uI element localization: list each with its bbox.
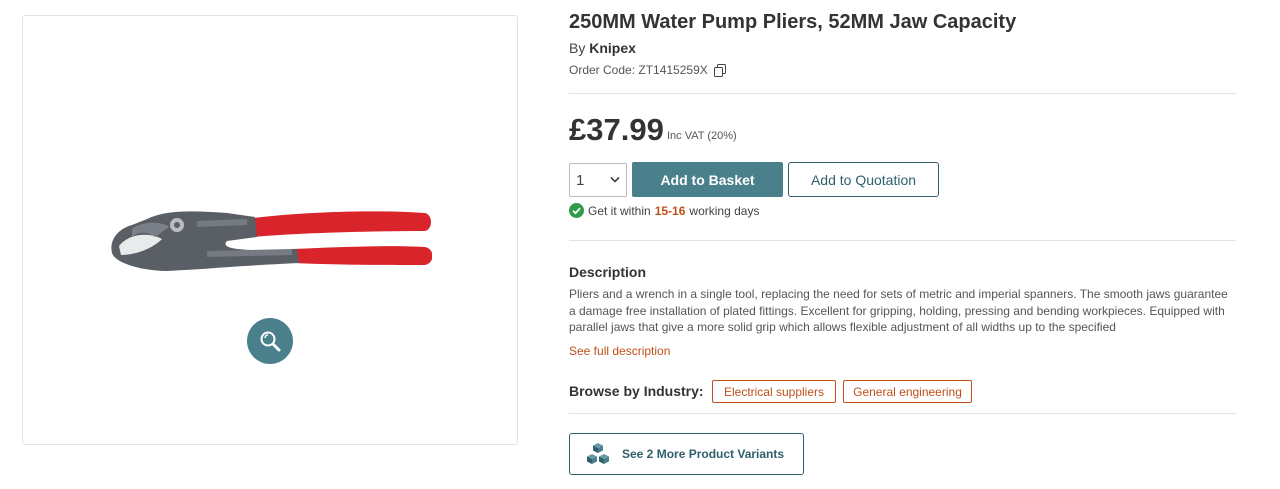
check-circle-icon bbox=[569, 203, 584, 218]
product-info: 250MM Water Pump Pliers, 52MM Jaw Capaci… bbox=[569, 0, 1236, 489]
brand-name[interactable]: Knipex bbox=[589, 40, 636, 56]
chevron-down-icon bbox=[610, 176, 620, 183]
industry-tag-electrical-suppliers[interactable]: Electrical suppliers bbox=[712, 380, 836, 403]
delivery-prefix: Get it within bbox=[588, 203, 651, 218]
cubes-icon bbox=[587, 443, 609, 464]
order-code-label: Order Code: bbox=[569, 63, 636, 77]
add-to-quotation-button[interactable]: Add to Quotation bbox=[788, 162, 939, 197]
vat-note: Inc VAT (20%) bbox=[667, 130, 737, 142]
description-heading: Description bbox=[569, 264, 647, 280]
industry-tag-general-engineering[interactable]: General engineering bbox=[843, 380, 972, 403]
pliers-image[interactable] bbox=[107, 191, 432, 281]
delivery-suffix: working days bbox=[689, 203, 760, 218]
quantity-value: 1 bbox=[576, 171, 585, 189]
price: £37.99 bbox=[569, 112, 664, 147]
see-full-description-link[interactable]: See full description bbox=[569, 344, 670, 358]
magnifier-icon bbox=[260, 331, 281, 352]
add-to-basket-button[interactable]: Add to Basket bbox=[632, 162, 783, 197]
order-code-value: ZT1415259X bbox=[638, 63, 708, 77]
delivery-estimate: Get it within 15-16 working days bbox=[569, 203, 759, 218]
variants-label: See 2 More Product Variants bbox=[622, 447, 785, 461]
copy-icon[interactable] bbox=[713, 63, 726, 77]
by-label: By bbox=[569, 40, 586, 56]
order-code-line: Order Code: ZT1415259X bbox=[569, 63, 726, 77]
divider bbox=[569, 240, 1236, 241]
zoom-button[interactable] bbox=[247, 318, 293, 364]
delivery-days: 15-16 bbox=[654, 203, 686, 218]
product-image-panel bbox=[22, 15, 518, 445]
product-title: 250MM Water Pump Pliers, 52MM Jaw Capaci… bbox=[569, 11, 1017, 33]
browse-by-industry-label: Browse by Industry: bbox=[569, 383, 704, 399]
quantity-select[interactable]: 1 bbox=[569, 163, 627, 197]
product-variants-button[interactable]: See 2 More Product Variants bbox=[569, 433, 804, 475]
divider bbox=[569, 93, 1236, 94]
description-text: Pliers and a wrench in a single tool, re… bbox=[569, 287, 1228, 334]
divider bbox=[569, 413, 1236, 414]
brand-line: By Knipex bbox=[569, 40, 636, 56]
